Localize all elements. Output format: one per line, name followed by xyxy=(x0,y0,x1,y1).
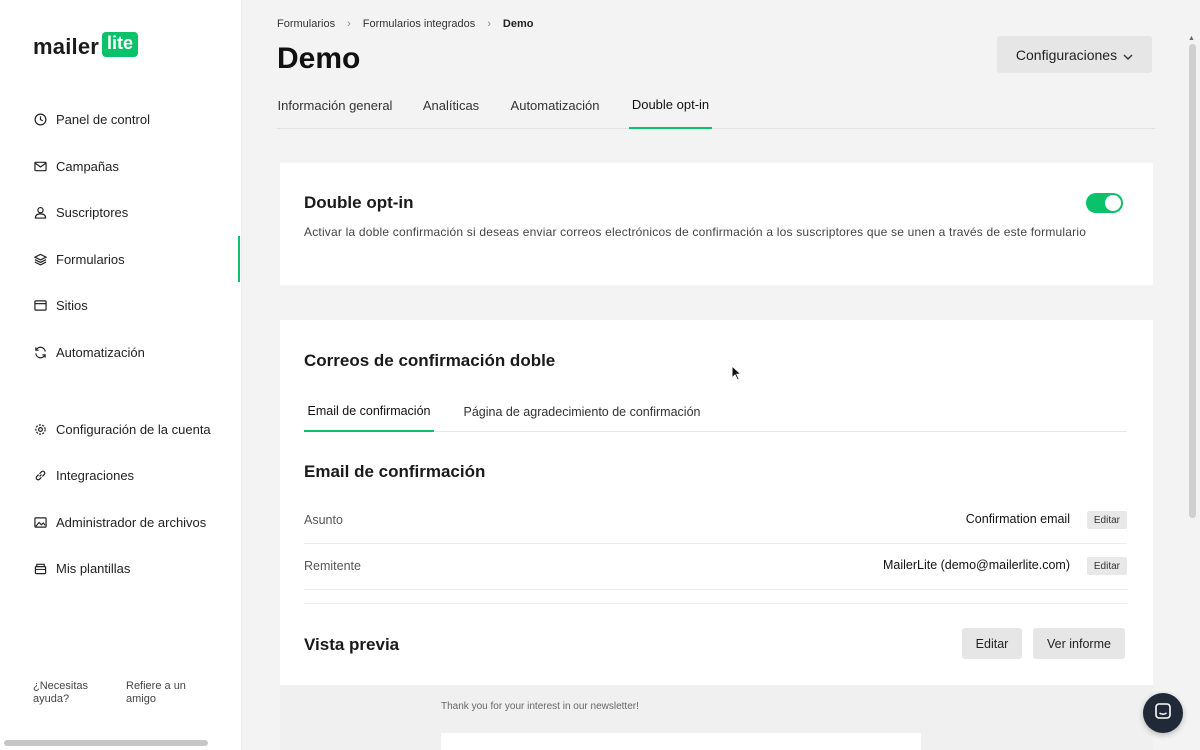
sidebar-item-label: Administrador de archivos xyxy=(56,514,207,530)
divider xyxy=(304,603,1127,604)
edit-subject-button[interactable]: Editar xyxy=(1086,511,1127,529)
breadcrumb-item-formularios[interactable]: Formularios xyxy=(277,18,335,30)
chevron-right-icon: › xyxy=(347,18,351,30)
settings-dropdown-button[interactable]: Configuraciones xyxy=(997,36,1152,73)
logo-badge: lite xyxy=(102,31,139,57)
double-optin-title: Double opt-in xyxy=(304,193,414,212)
subject-value: Confirmation email xyxy=(965,512,1070,526)
double-optin-description: Activar la doble confirmación si deseas … xyxy=(304,225,1087,239)
horizontal-scrollbar[interactable] xyxy=(4,740,208,746)
sidebar-item-label: Mis plantillas xyxy=(56,560,131,576)
breadcrumb-item-formularios-integrados[interactable]: Formularios integrados xyxy=(363,18,476,30)
sidebar-item-label: Panel de control xyxy=(56,111,150,127)
subtab-pagina-agradecimiento[interactable]: Página de agradecimiento de confirmación xyxy=(462,392,702,432)
confirmation-subtab-bar: Email de confirmación Página de agradeci… xyxy=(304,392,1127,432)
email-preview: Thank you for your interest in our newsl… xyxy=(280,685,1153,750)
sender-value: MailerLite (demo@mailerlite.com) xyxy=(882,558,1070,572)
template-icon xyxy=(33,561,47,575)
sidebar-item-label: Sitios xyxy=(56,297,88,313)
email-confirmation-title: Email de confirmación xyxy=(304,462,486,481)
refresh-icon xyxy=(33,345,47,359)
sidebar-item-label: Configuración de la cuenta xyxy=(56,421,211,437)
refer-line-2: amigo xyxy=(126,693,156,705)
confirmation-emails-title: Correos de confirmación doble xyxy=(304,351,556,370)
preview-content-box xyxy=(441,733,921,750)
edit-preview-button[interactable]: Editar xyxy=(962,628,1022,659)
logo[interactable]: mailer lite xyxy=(33,31,139,60)
preview-message: Thank you for your interest in our newsl… xyxy=(441,701,639,712)
mouse-cursor-icon xyxy=(731,364,743,381)
sidebar-item-formularios[interactable]: Formularios xyxy=(0,236,240,282)
edit-sender-button[interactable]: Editar xyxy=(1086,557,1127,575)
chat-support-button[interactable] xyxy=(1143,693,1183,733)
sidebar-item-label: Formularios xyxy=(56,251,125,267)
tab-double-opt-in[interactable]: Double opt-in xyxy=(629,82,712,129)
breadcrumb: Formularios › Formularios integrados › D… xyxy=(277,18,533,30)
mail-icon xyxy=(33,159,47,173)
chat-icon xyxy=(1154,702,1172,725)
tab-informacion-general[interactable]: Información general xyxy=(277,82,393,129)
logo-text: mailer xyxy=(33,34,100,59)
sidebar-item-panel-de-control[interactable]: Panel de control xyxy=(0,96,240,142)
tab-bar: Información general Analíticas Automatiz… xyxy=(277,82,1155,129)
vertical-scrollbar[interactable] xyxy=(1189,44,1196,518)
sender-row: Remitente MailerLite (demo@mailerlite.co… xyxy=(304,545,1127,590)
sidebar-item-label: Campañas xyxy=(56,158,119,174)
sidebar-item-configuracion-cuenta[interactable]: Configuración de la cuenta xyxy=(0,406,240,452)
sidebar-item-automatizacion[interactable]: Automatización xyxy=(0,329,240,375)
gear-icon xyxy=(33,422,47,436)
settings-dropdown-label: Configuraciones xyxy=(1015,46,1118,63)
sidebar-item-administrador-archivos[interactable]: Administrador de archivos xyxy=(0,499,240,545)
sidebar-item-integraciones[interactable]: Integraciones xyxy=(0,452,240,498)
link-icon xyxy=(33,468,47,482)
sidebar: mailer lite Panel de control Campañas Su… xyxy=(0,0,242,750)
sidebar-item-label: Automatización xyxy=(56,344,145,360)
double-optin-card: Double opt-in Activar la doble confirmac… xyxy=(280,163,1153,285)
subject-row: Asunto Confirmation email Editar xyxy=(304,499,1127,544)
confirmation-emails-card: Correos de confirmación doble Email de c… xyxy=(280,320,1153,750)
chevron-down-icon xyxy=(1123,47,1133,63)
dashboard-icon xyxy=(33,112,47,126)
sidebar-item-mis-plantillas[interactable]: Mis plantillas xyxy=(0,545,240,591)
tab-analiticas[interactable]: Analíticas xyxy=(420,82,482,129)
breadcrumb-item-current: Demo xyxy=(502,18,534,30)
main-content: Formularios › Formularios integrados › D… xyxy=(242,0,1200,750)
help-line-1: ¿Necesitas xyxy=(33,680,89,692)
image-icon xyxy=(33,515,47,529)
help-line-2: ayuda? xyxy=(33,693,70,705)
help-link[interactable]: ¿Necesitas ayuda? xyxy=(33,680,88,706)
chevron-right-icon: › xyxy=(487,18,491,30)
layers-icon xyxy=(33,252,47,266)
refer-link[interactable]: Refiere a un amigo xyxy=(119,680,186,706)
refer-line-1: Refiere a un xyxy=(126,680,186,692)
subject-label: Asunto xyxy=(304,513,343,527)
tab-automatizacion[interactable]: Automatización xyxy=(509,82,601,129)
sidebar-item-suscriptores[interactable]: Suscriptores xyxy=(0,189,240,235)
view-report-button[interactable]: Ver informe xyxy=(1033,628,1125,659)
preview-title: Vista previa xyxy=(304,635,400,654)
sidebar-item-label: Integraciones xyxy=(56,467,135,483)
browser-icon xyxy=(33,298,47,312)
user-icon xyxy=(33,205,47,219)
page-title: Demo xyxy=(277,42,361,75)
sidebar-item-sitios[interactable]: Sitios xyxy=(0,282,240,328)
scroll-up-arrow-icon[interactable]: ▲ xyxy=(1188,35,1195,42)
toggle-knob xyxy=(1105,195,1121,211)
double-optin-toggle[interactable] xyxy=(1086,193,1123,213)
subtab-email-confirmacion[interactable]: Email de confirmación xyxy=(304,392,434,432)
sidebar-item-label: Suscriptores xyxy=(56,204,129,220)
sender-label: Remitente xyxy=(304,559,361,573)
sidebar-item-campanas[interactable]: Campañas xyxy=(0,143,240,189)
